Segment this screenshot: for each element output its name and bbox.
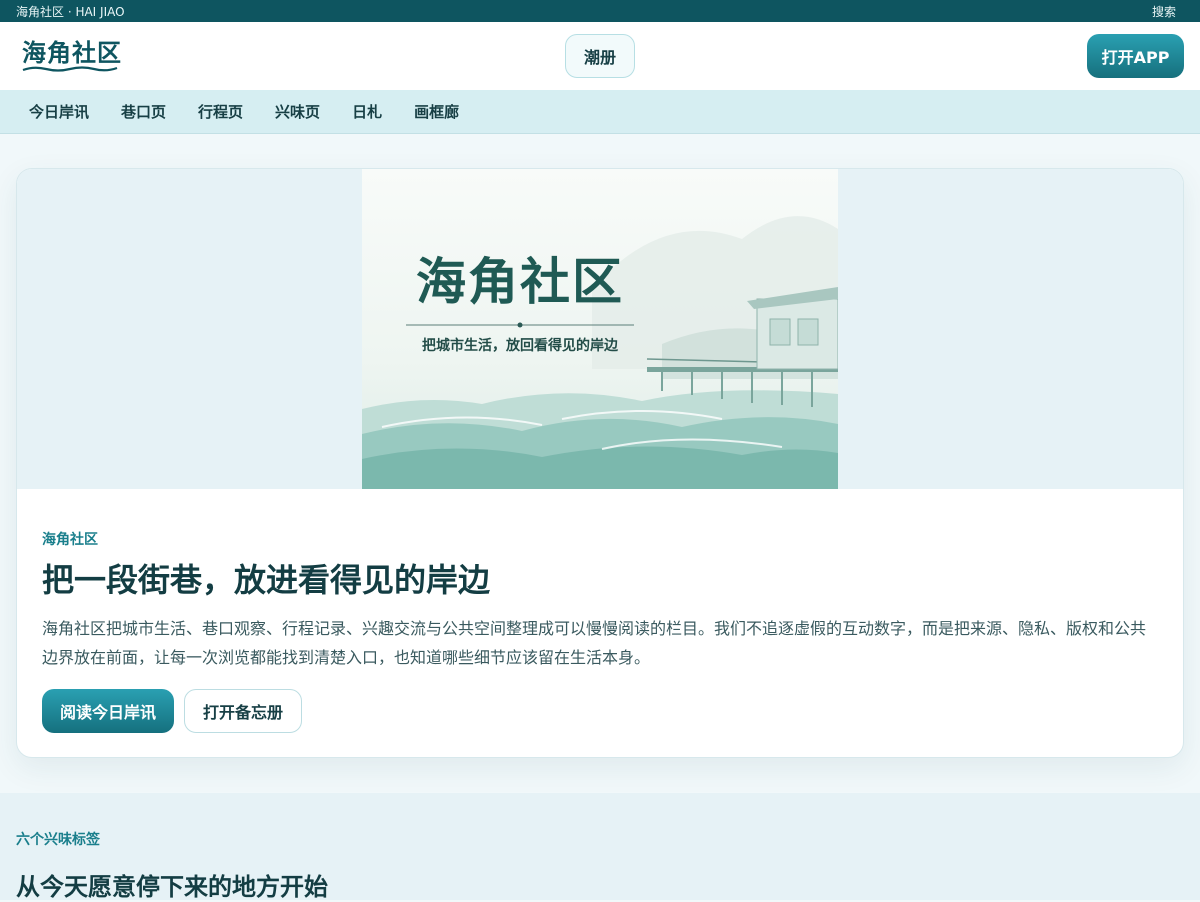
nav-item-alley[interactable]: 巷口页	[121, 101, 166, 122]
open-memo-button[interactable]: 打开备忘册	[184, 689, 302, 733]
main-nav: 今日岸讯 巷口页 行程页 兴味页 日札 画框廊	[0, 90, 1200, 134]
hero-content: 海角社区 把一段街巷，放进看得见的岸边 海角社区把城市生活、巷口观察、行程记录、…	[17, 489, 1183, 733]
hero-kicker: 海角社区	[42, 532, 98, 548]
read-today-news-button[interactable]: 阅读今日岸讯	[42, 689, 174, 733]
hero-description: 海角社区把城市生活、巷口观察、行程记录、兴趣交流与公共空间整理成可以慢慢阅读的栏…	[42, 619, 1147, 667]
nav-item-itinerary[interactable]: 行程页	[198, 101, 243, 122]
top-info-bar: 海角社区 · HAI JIAO 搜索	[0, 0, 1200, 22]
site-header: 海角社区 潮册 打开APP	[0, 22, 1200, 90]
banner-subtitle: 把城市生活，放回看得见的岸边	[422, 338, 618, 354]
nav-item-interests[interactable]: 兴味页	[275, 101, 320, 122]
hero-banner-image: 海角社区 把城市生活，放回看得见的岸边	[362, 169, 838, 489]
nav-item-gallery[interactable]: 画框廊	[414, 101, 459, 122]
hero-card: 海角社区 把城市生活，放回看得见的岸边 海角社区 把一段街巷，放进看得见的岸边 …	[16, 168, 1184, 758]
section-kicker: 六个兴味标签	[16, 832, 100, 848]
logo-text: 海角社区	[22, 38, 122, 67]
hero-image-area: 海角社区 把城市生活，放回看得见的岸边	[17, 169, 1183, 489]
wave-logo-icon	[22, 66, 118, 72]
banner-title: 海角社区	[416, 252, 624, 311]
seascape-illustration	[362, 216, 838, 489]
open-app-button[interactable]: 打开APP	[1087, 34, 1184, 78]
search-link[interactable]: 搜索	[1152, 3, 1176, 20]
hero-actions: 阅读今日岸讯 打开备忘册	[42, 689, 1158, 733]
hero-headline: 把一段街巷，放进看得见的岸边	[42, 561, 491, 599]
section-title: 从今天愿意停下来的地方开始	[16, 873, 328, 901]
nav-item-journal[interactable]: 日札	[352, 101, 382, 122]
site-name: 海角社区 · HAI JIAO	[16, 4, 125, 19]
site-logo[interactable]: 海角社区	[22, 39, 122, 73]
interest-tags-section: 六个兴味标签 从今天愿意停下来的地方开始	[0, 793, 1200, 901]
tide-book-button[interactable]: 潮册	[565, 34, 635, 78]
nav-item-today-news[interactable]: 今日岸讯	[29, 101, 89, 122]
